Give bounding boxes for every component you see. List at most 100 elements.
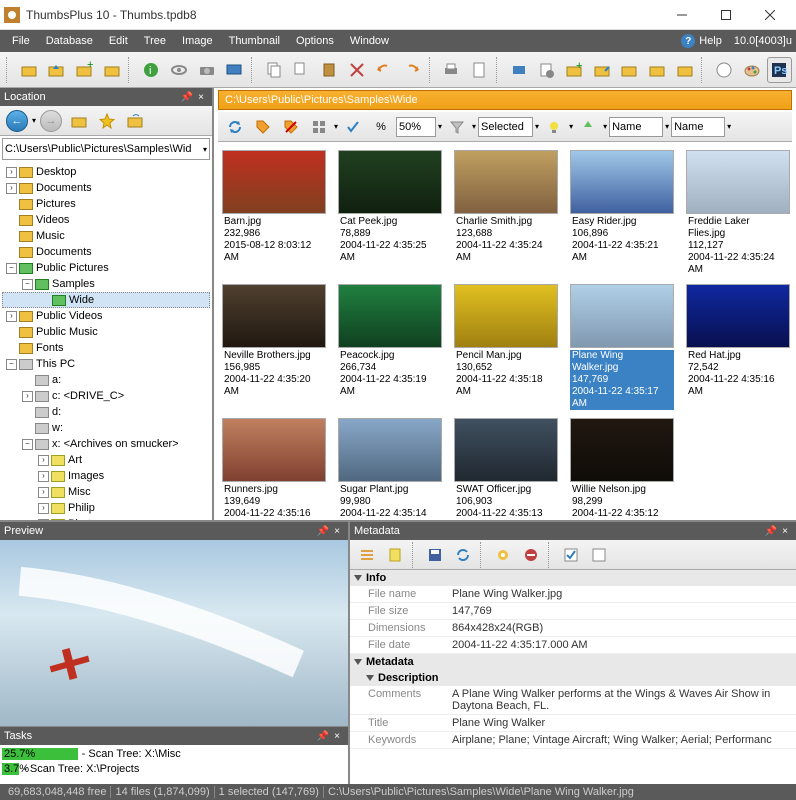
expand-icon[interactable]: › xyxy=(6,183,17,194)
meta-page-button[interactable] xyxy=(382,542,408,568)
thumbnail-image[interactable] xyxy=(338,150,442,214)
thumbnail-image[interactable] xyxy=(454,418,558,482)
tree-item[interactable]: Fonts xyxy=(2,340,210,356)
folder-edit-button[interactable] xyxy=(99,57,125,83)
check-button[interactable] xyxy=(340,114,366,140)
thumbnail-item[interactable]: Barn.jpg232,9862015-08-12 8:03:12 AM xyxy=(222,150,326,276)
expand-icon[interactable]: › xyxy=(22,391,33,402)
filter-select[interactable] xyxy=(478,117,533,137)
forward-button[interactable]: → xyxy=(38,108,64,134)
help-icon[interactable]: ? xyxy=(681,34,695,48)
close-panel-icon[interactable]: × xyxy=(194,90,208,104)
maximize-button[interactable] xyxy=(704,1,748,29)
tree-item[interactable]: ›Misc xyxy=(2,484,210,500)
thumbnail-item[interactable]: Freddie Laker Flies.jpg112,1272004-11-22… xyxy=(686,150,790,276)
meta-list-button[interactable] xyxy=(354,542,380,568)
pin-icon[interactable]: 📌 xyxy=(316,729,330,743)
expand-icon[interactable]: › xyxy=(6,311,17,322)
path-input[interactable] xyxy=(5,143,203,155)
folder-del-button[interactable] xyxy=(672,57,698,83)
view-button[interactable] xyxy=(166,57,192,83)
meta-row[interactable]: File namePlane Wing Walker.jpg xyxy=(350,586,796,603)
open-folder-button[interactable] xyxy=(16,57,42,83)
paste-button[interactable] xyxy=(316,57,342,83)
collapse-icon[interactable] xyxy=(354,659,362,665)
untag-button[interactable] xyxy=(278,114,304,140)
thumbnail-item[interactable]: Sugar Plant.jpg99,9802004-11-22 4:35:14 … xyxy=(338,418,442,520)
expand-icon[interactable]: › xyxy=(38,503,49,514)
thumbnail-image[interactable] xyxy=(570,150,674,214)
tree-item[interactable]: ›Philip xyxy=(2,500,210,516)
meta-check-button[interactable] xyxy=(558,542,584,568)
thumbnail-item[interactable]: Plane Wing Walker.jpg147,7692004-11-22 4… xyxy=(570,284,674,410)
expand-icon[interactable]: › xyxy=(38,455,49,466)
folder-move-button[interactable] xyxy=(589,57,615,83)
thumbnail-item[interactable]: Cat Peek.jpg78,8892004-11-22 4:35:25 AM xyxy=(338,150,442,276)
thumbnail-item[interactable]: Peacock.jpg266,7342004-11-22 4:35:19 AM xyxy=(338,284,442,410)
meta-row[interactable]: File date2004-11-22 4:35:17.000 AM xyxy=(350,637,796,654)
close-panel-icon[interactable]: × xyxy=(330,524,344,538)
refresh-tree-button[interactable] xyxy=(122,108,148,134)
collapse-icon[interactable]: − xyxy=(6,263,17,274)
delete-button[interactable] xyxy=(344,57,370,83)
meta-gear-button[interactable] xyxy=(490,542,516,568)
folder-nav-button[interactable] xyxy=(66,108,92,134)
menu-edit[interactable]: Edit xyxy=(101,33,136,49)
thumbnail-image[interactable] xyxy=(686,150,790,214)
thumbnail-item[interactable]: Pencil Man.jpg130,6522004-11-22 4:35:18 … xyxy=(454,284,558,410)
meta-row[interactable]: File size147,769 xyxy=(350,603,796,620)
tree-item[interactable]: Wide xyxy=(2,292,210,308)
tree-item[interactable]: ›Documents xyxy=(2,180,210,196)
close-button[interactable] xyxy=(748,1,792,29)
info-button[interactable]: i xyxy=(138,57,164,83)
thumbnail-image[interactable] xyxy=(686,284,790,348)
thumbnail-item[interactable]: Runners.jpg139,6492004-11-22 4:35:16 AM xyxy=(222,418,326,520)
folder-tree[interactable]: ›Desktop›DocumentsPicturesVideosMusicDoc… xyxy=(0,162,212,520)
menu-image[interactable]: Image xyxy=(174,33,221,49)
close-panel-icon[interactable]: × xyxy=(778,524,792,538)
menu-tree[interactable]: Tree xyxy=(136,33,174,49)
thumbnail-grid[interactable]: Barn.jpg232,9862015-08-12 8:03:12 AMCat … xyxy=(214,142,796,520)
tree-item[interactable]: ›c: <DRIVE_C> xyxy=(2,388,210,404)
folder-new-button[interactable]: + xyxy=(561,57,587,83)
palette-button[interactable] xyxy=(711,57,737,83)
tree-item[interactable]: ›Art xyxy=(2,452,210,468)
thumbnail-image[interactable] xyxy=(222,418,326,482)
thumbnail-image[interactable] xyxy=(454,284,558,348)
sort-field-b[interactable] xyxy=(671,117,725,137)
meta-row[interactable]: TitlePlane Wing Walker xyxy=(350,715,796,732)
folder-refresh-button[interactable] xyxy=(616,57,642,83)
pin-icon[interactable]: 📌 xyxy=(180,90,194,104)
tree-item[interactable]: Public Music xyxy=(2,324,210,340)
folder-sync-button[interactable] xyxy=(644,57,670,83)
photoshop-button[interactable]: Ps xyxy=(767,57,793,83)
pin-icon[interactable]: 📌 xyxy=(764,524,778,538)
tree-item[interactable]: w: xyxy=(2,420,210,436)
thumbnail-image[interactable] xyxy=(222,150,326,214)
folder-plus-button[interactable]: + xyxy=(71,57,97,83)
refresh-thumbs-button[interactable] xyxy=(222,114,248,140)
tree-item[interactable]: Videos xyxy=(2,212,210,228)
monitor-button[interactable] xyxy=(221,57,247,83)
tree-item[interactable]: Music xyxy=(2,228,210,244)
grid-view-button[interactable] xyxy=(306,114,332,140)
tree-item[interactable]: −Public Pictures xyxy=(2,260,210,276)
tree-item[interactable]: ›Images xyxy=(2,468,210,484)
collapse-icon[interactable] xyxy=(354,575,362,581)
collapse-icon[interactable]: − xyxy=(6,359,17,370)
collapse-icon[interactable]: − xyxy=(22,439,33,450)
filter-button[interactable] xyxy=(444,114,470,140)
tree-item[interactable]: −x: <Archives on smucker> xyxy=(2,436,210,452)
scan-button[interactable] xyxy=(506,57,532,83)
meta-row[interactable]: KeywordsAirplane; Plane; Vintage Aircraf… xyxy=(350,732,796,749)
redo-button[interactable] xyxy=(399,57,425,83)
tree-item[interactable]: ›Desktop xyxy=(2,164,210,180)
tree-item[interactable]: −This PC xyxy=(2,356,210,372)
meta-delete-button[interactable] xyxy=(518,542,544,568)
thumbnail-image[interactable] xyxy=(338,418,442,482)
thumbnail-item[interactable]: Red Hat.jpg72,5422004-11-22 4:35:16 AM xyxy=(686,284,790,410)
thumbnail-item[interactable]: Neville Brothers.jpg156,9852004-11-22 4:… xyxy=(222,284,326,410)
camera-button[interactable] xyxy=(194,57,220,83)
cut-button[interactable] xyxy=(289,57,315,83)
copy-button[interactable] xyxy=(261,57,287,83)
